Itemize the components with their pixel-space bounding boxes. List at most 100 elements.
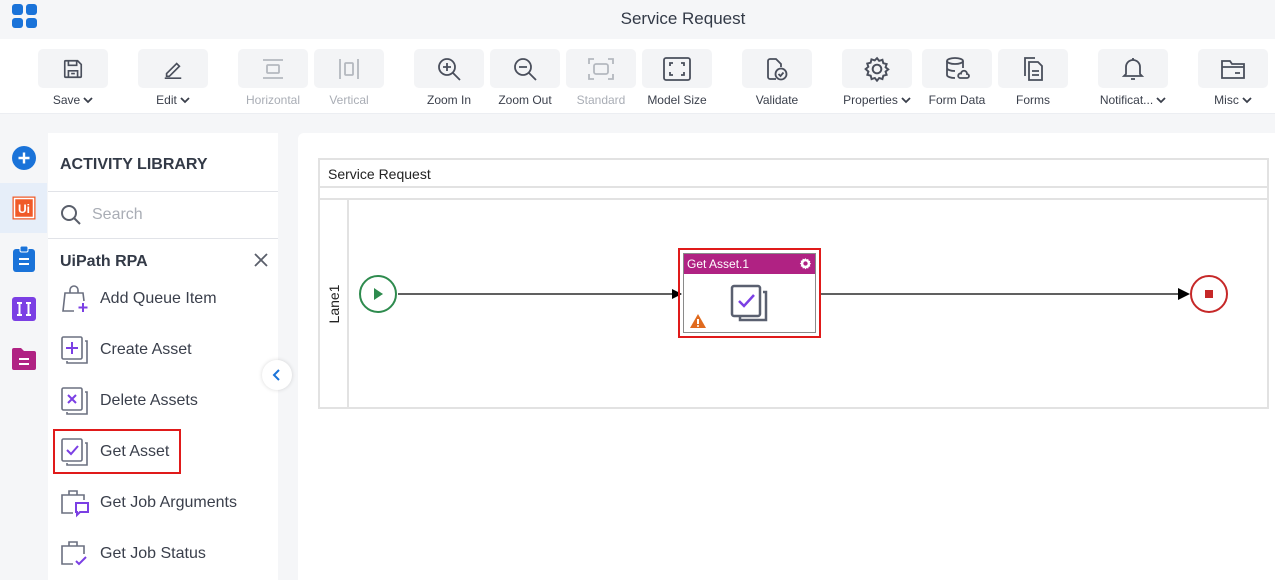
form-data-button[interactable]: Form Data xyxy=(922,49,992,107)
validate-button[interactable]: Validate xyxy=(742,49,812,107)
database-icon xyxy=(922,49,992,88)
toolbar-label-text: Misc xyxy=(1214,93,1239,107)
toolbar-label-text: Vertical xyxy=(329,93,369,107)
uipath-icon: Ui xyxy=(12,196,35,220)
warning-icon[interactable] xyxy=(689,313,707,329)
toolbar-label-text: Properties xyxy=(843,93,898,107)
toolbar-label-text: Standard xyxy=(576,93,626,107)
form-data-label: Form Data xyxy=(922,93,992,107)
toolbar-label-text: Validate xyxy=(755,93,799,107)
library-item[interactable]: Create Asset xyxy=(48,324,278,375)
horizontal-button[interactable]: Horizontal xyxy=(238,49,308,107)
plus-circle-icon xyxy=(11,146,36,170)
add-queue-item-icon xyxy=(60,284,90,314)
process-canvas[interactable]: Service Request Lane1 Get Asset.1 xyxy=(298,133,1275,580)
toolbar-label-text: Model Size xyxy=(647,93,707,107)
delete-assets-icon xyxy=(60,386,90,416)
close-icon[interactable] xyxy=(254,253,268,267)
edit-label: Edit xyxy=(138,93,208,107)
toolbar-label-text: Horizontal xyxy=(245,93,301,107)
vertical-align-icon xyxy=(314,49,384,88)
task-header: Get Asset.1 xyxy=(684,254,815,274)
standard-label: Standard xyxy=(566,93,636,107)
search-icon xyxy=(61,205,81,225)
properties-label: Properties xyxy=(842,93,912,107)
gear-icon[interactable] xyxy=(799,257,812,270)
task-body: Get Asset.1 xyxy=(683,253,816,333)
forms-button[interactable]: Forms xyxy=(998,49,1068,107)
folder-icon xyxy=(11,348,36,370)
standard-button[interactable]: Standard xyxy=(566,49,636,107)
chevron-down-icon xyxy=(180,97,190,104)
library-item[interactable]: Get Job Status xyxy=(48,528,278,579)
horizontal-label: Horizontal xyxy=(238,93,308,107)
toolbar-label-text: Forms xyxy=(1016,93,1050,107)
misc-label: Misc xyxy=(1198,93,1268,107)
rail-add-button[interactable] xyxy=(0,133,47,183)
zoom-in-button[interactable]: Zoom In xyxy=(414,49,484,107)
properties-button[interactable]: Properties xyxy=(842,49,912,107)
zoom-out-label: Zoom Out xyxy=(490,93,560,107)
task-label: Get Asset.1 xyxy=(687,257,750,271)
pool[interactable]: Service Request Lane1 Get Asset.1 xyxy=(318,158,1269,409)
toolbar-label-text: Form Data xyxy=(928,93,986,107)
zoom-in-label: Zoom In xyxy=(414,93,484,107)
library-item-label: Add Queue Item xyxy=(100,289,217,307)
end-event[interactable] xyxy=(1190,275,1228,313)
library-item[interactable]: Get Asset xyxy=(48,426,278,477)
window-title: Service Request xyxy=(620,9,746,28)
activity-library-panel: ACTIVITY LIBRARY UiPath RPA Add Queue It… xyxy=(48,133,278,580)
toolbar-label-text: Edit xyxy=(156,93,177,107)
chevron-down-icon xyxy=(1156,97,1166,104)
highlight-box xyxy=(53,429,181,474)
toolbar-label-text: Zoom In xyxy=(426,93,471,107)
validate-label: Validate xyxy=(742,93,812,107)
save-label: Save xyxy=(38,93,108,107)
get-job-arguments-icon xyxy=(60,488,90,518)
get-asset-icon xyxy=(730,284,768,322)
folder-icon xyxy=(1198,49,1268,88)
validate-icon xyxy=(742,49,812,88)
integration-icon xyxy=(11,297,36,321)
collapse-panel-button[interactable] xyxy=(262,360,292,390)
search-input[interactable] xyxy=(92,206,262,224)
create-asset-icon xyxy=(60,335,90,365)
zoom-out-icon xyxy=(490,49,560,88)
rail-integration-button[interactable] xyxy=(0,284,47,334)
standard-size-icon xyxy=(566,49,636,88)
library-item-label: Get Job Arguments xyxy=(100,493,237,511)
vertical-button[interactable]: Vertical xyxy=(314,49,384,107)
notifications-label: Notificat... xyxy=(1098,93,1168,107)
library-title: ACTIVITY LIBRARY xyxy=(48,133,278,192)
library-search xyxy=(48,192,278,239)
misc-button[interactable]: Misc xyxy=(1198,49,1268,107)
zoom-out-button[interactable]: Zoom Out xyxy=(490,49,560,107)
task-get-asset[interactable]: Get Asset.1 xyxy=(678,248,821,338)
library-item[interactable]: Add Queue Item xyxy=(48,273,278,324)
rail-clipboard-button[interactable] xyxy=(0,234,47,284)
notifications-button[interactable]: Notificat... xyxy=(1098,49,1168,107)
pencil-icon xyxy=(138,49,208,88)
bell-icon xyxy=(1098,49,1168,88)
library-item-label: Get Job Status xyxy=(100,544,206,562)
save-icon xyxy=(38,49,108,88)
library-items: Add Queue Item Create Asset Delete Assets G… xyxy=(48,279,278,580)
clipboard-icon xyxy=(12,246,35,272)
library-item[interactable]: Get Job Arguments xyxy=(48,477,278,528)
toolbar: Save Edit Horizontal Vertical Zoom In Zoom Ou… xyxy=(0,39,1275,114)
library-item[interactable]: Delete Assets xyxy=(48,375,278,426)
model-size-button[interactable]: Model Size xyxy=(642,49,712,107)
vertical-label: Vertical xyxy=(314,93,384,107)
rail-uipath-button[interactable]: Ui xyxy=(0,183,47,233)
toolbar-label-text: Save xyxy=(52,93,81,107)
chevron-down-icon xyxy=(83,97,93,104)
gear-icon xyxy=(842,49,912,88)
chevron-left-icon xyxy=(272,369,280,381)
start-event[interactable] xyxy=(359,275,397,313)
forms-icon xyxy=(998,49,1068,88)
chevron-down-icon xyxy=(901,97,911,104)
edit-button[interactable]: Edit xyxy=(138,49,208,107)
group-title: UiPath RPA xyxy=(60,253,148,270)
save-button[interactable]: Save xyxy=(38,49,108,107)
rail-folder-button[interactable] xyxy=(0,334,47,384)
